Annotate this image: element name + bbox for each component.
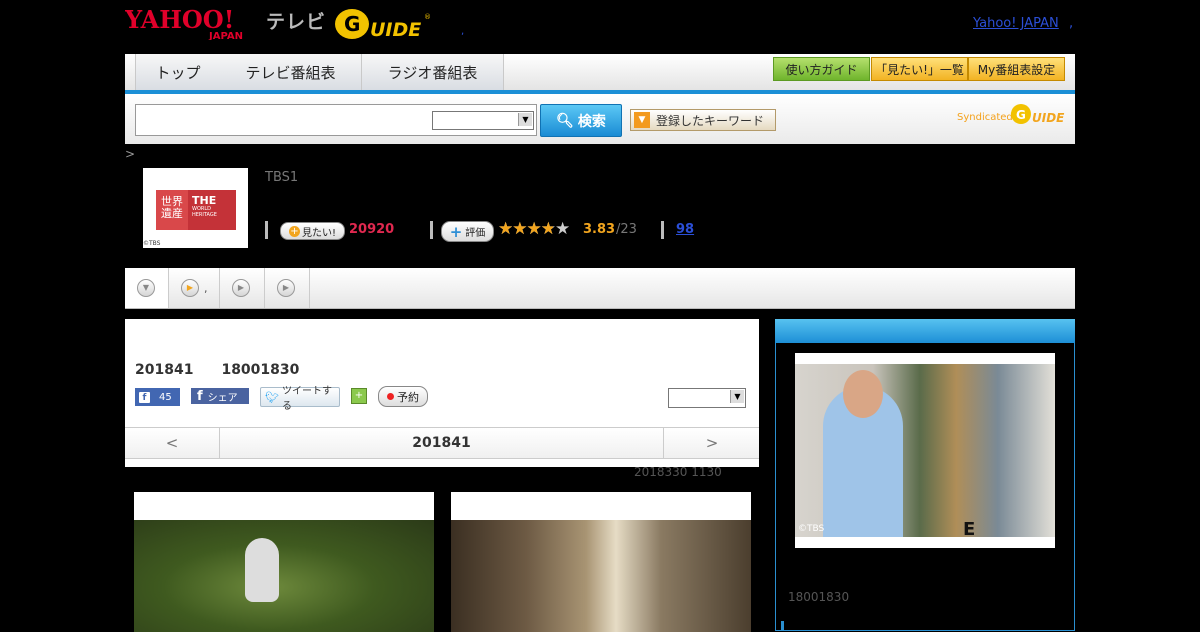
header-trailing-dot: , — [1069, 16, 1074, 31]
tab-episodes[interactable]: ▶, — [169, 268, 220, 308]
svg-text:®: ® — [424, 13, 431, 21]
syndicated-gguide-logo: G UIDE — [1011, 104, 1065, 125]
facebook-like-count: 45 — [159, 391, 172, 403]
cathedral-image — [451, 520, 751, 632]
gguide-logo[interactable]: G UIDE ® — [334, 6, 434, 42]
stars-filled: ★★★★★ — [498, 219, 553, 239]
episode-panel: 201841 18001830 f 45 f シェア 🐦︎ ツイートする + 予約 ▼… — [125, 319, 759, 467]
facebook-like-button[interactable]: f 45 — [135, 388, 180, 406]
sidebar: E WORL ©TBS 18001830 — [775, 343, 1075, 631]
breadcrumb: > — [125, 147, 136, 161]
reserve-button[interactable]: 予約 — [378, 386, 428, 407]
play-icon: ▶ — [232, 279, 250, 297]
svg-text:JAPAN: JAPAN — [208, 31, 243, 40]
current-date: 201841 — [412, 435, 471, 451]
nav-tab-top[interactable]: トップ — [135, 54, 221, 90]
main-nav: トップ テレビ番組表 ラジオ番組表 使い方ガイド 「見たい!」一覧 My番組表設… — [125, 54, 1075, 94]
mitai-button-label: 見たい! — [301, 227, 336, 239]
svg-text:G: G — [1016, 108, 1026, 122]
logo-heritage: HERITAGE — [192, 212, 217, 218]
episode-image-card[interactable] — [451, 492, 751, 632]
image-credit: ©TBS — [143, 240, 161, 247]
previous-button[interactable]: < — [125, 428, 220, 458]
add-calendar-icon[interactable]: + — [351, 388, 367, 404]
nav-tab-tv-schedule[interactable]: テレビ番組表 — [220, 54, 362, 90]
logo-label-right: THE WORLD HERITAGE — [188, 190, 217, 230]
yahoo-japan-logo[interactable]: YAHOO! JAPAN — [125, 6, 261, 40]
updated-timestamp: 2018330 1130 — [634, 465, 722, 479]
search-bar: ▼ 🔍︎ 検索 ▼ 登録したキーワード Syndicated G UIDE — [125, 94, 1075, 144]
sidebar-promo[interactable]: E WORL ©TBS — [795, 353, 1055, 548]
tweet-button[interactable]: 🐦︎ ツイートする — [260, 386, 340, 412]
episode-select[interactable]: ▼ — [668, 388, 746, 408]
sidebar-header — [775, 319, 1075, 343]
next-button[interactable]: > — [663, 428, 760, 458]
sidebar-time: 18001830 — [788, 590, 850, 604]
divider — [661, 221, 664, 239]
twitter-bird-icon: 🐦︎ — [265, 390, 279, 404]
tab-overview[interactable]: ▼ — [125, 268, 169, 308]
syndicated-label: Syndicated — [957, 112, 1013, 123]
logo-label-left: 世界遺産 — [161, 195, 183, 220]
rating-stars: ★★★★★★★★★★ — [498, 219, 570, 239]
rate-button[interactable]: + 評価 — [441, 221, 494, 242]
mitai-count: 20920 — [349, 222, 395, 237]
episode-image-card[interactable] — [134, 492, 434, 632]
yahoo-japan-link[interactable]: Yahoo! JAPAN — [973, 16, 1059, 31]
arrow-down-icon: ▼ — [634, 112, 650, 128]
host-head — [843, 370, 883, 418]
svg-text:UIDE: UIDE — [370, 19, 421, 41]
chevron-down-icon: ▼ — [730, 390, 744, 403]
plus-icon: + — [449, 222, 463, 241]
program-thumbnail: 世界遺産 THE WORLD HERITAGE ©TBS — [143, 168, 248, 248]
search-button-label: 検索 — [577, 113, 606, 130]
chevron-down-icon: ▼ — [518, 113, 532, 126]
channel-name: TBS1 — [265, 170, 299, 185]
world-heritage-logo: 世界遺産 THE WORLD HERITAGE — [156, 190, 236, 230]
guide-button[interactable]: 使い方ガイド — [773, 57, 870, 81]
play-icon: ▶ — [277, 279, 295, 297]
date-pager: < 201841 > — [125, 427, 759, 459]
facebook-share-label: シェア — [207, 392, 238, 404]
program-tabs: ▼ ▶, ▶ ▶ — [125, 268, 1075, 309]
episode-image — [134, 520, 434, 632]
rating-score: 3.83 — [583, 222, 616, 237]
person-figure — [245, 538, 279, 602]
plus-icon: + — [288, 225, 300, 237]
mitai-list-button[interactable]: 「見たい!」一覧 — [871, 57, 968, 81]
tab-more[interactable]: ▶ — [265, 268, 310, 308]
promo-title: E WORL — [963, 519, 979, 537]
search-category-select[interactable]: ▼ — [432, 111, 534, 130]
chevron-down-icon: ▼ — [137, 279, 155, 297]
episode-datetime: 201841 18001830 — [135, 362, 300, 378]
svg-text:G: G — [344, 12, 360, 36]
record-dot-icon — [387, 393, 394, 400]
keyword-button-label: 登録したキーワード — [656, 113, 765, 128]
rating-count: /23 — [616, 222, 637, 237]
my-schedule-settings-button[interactable]: My番組表設定 — [968, 57, 1065, 81]
tab-related[interactable]: ▶ — [220, 268, 265, 308]
svg-text:YAHOO!: YAHOO! — [125, 6, 234, 34]
reserve-label: 予約 — [397, 390, 419, 404]
divider — [265, 221, 268, 239]
tweet-label: ツイートする — [281, 386, 332, 412]
facebook-share-button[interactable]: f シェア — [191, 388, 249, 404]
facebook-icon: f — [139, 391, 150, 403]
registered-keywords-button[interactable]: ▼ 登録したキーワード — [630, 109, 776, 131]
search-button[interactable]: 🔍︎ 検索 — [540, 104, 622, 137]
rate-button-label: 評価 — [465, 228, 486, 239]
svg-text:UIDE: UIDE — [1032, 111, 1065, 125]
tab-episodes-label: , — [204, 281, 208, 295]
tv-label: テレビ — [266, 11, 327, 33]
promo-photo: E WORL ©TBS — [795, 364, 1055, 537]
play-icon: ▶ — [181, 279, 199, 297]
mitai-button[interactable]: + 見たい! — [280, 222, 345, 240]
review-count-link[interactable]: 98 — [676, 222, 694, 237]
search-icon: 🔍︎ — [556, 112, 574, 129]
header-dot: , — [461, 26, 465, 37]
promo-credit: ©TBS — [798, 524, 825, 534]
nav-tab-radio-schedule[interactable]: ラジオ番組表 — [362, 54, 504, 90]
facebook-icon: f — [197, 388, 203, 404]
divider — [430, 221, 433, 239]
